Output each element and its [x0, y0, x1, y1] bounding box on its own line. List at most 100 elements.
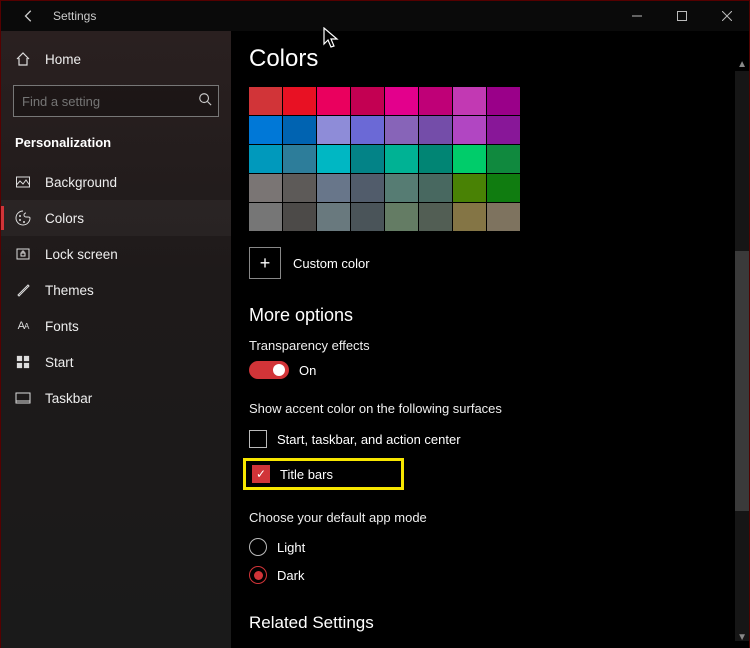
custom-color-button[interactable]: + Custom color	[249, 247, 749, 279]
color-swatch[interactable]	[419, 116, 452, 144]
accent-surfaces-label: Show accent color on the following surfa…	[249, 401, 749, 416]
color-swatch[interactable]	[317, 145, 350, 173]
checkbox-label: Start, taskbar, and action center	[277, 432, 461, 447]
sidebar-item-colors[interactable]: Colors	[1, 200, 231, 236]
sidebar-item-lockscreen[interactable]: Lock screen	[1, 236, 231, 272]
color-swatch[interactable]	[317, 174, 350, 202]
sidebar-item-background[interactable]: Background	[1, 164, 231, 200]
color-swatch[interactable]	[283, 116, 316, 144]
sidebar-item-label: Start	[45, 355, 74, 370]
sidebar-item-fonts[interactable]: AA Fonts	[1, 308, 231, 344]
link-high-contrast[interactable]: High contrast settings	[249, 643, 749, 648]
color-swatch[interactable]	[351, 116, 384, 144]
scroll-up-icon[interactable]: ▲	[737, 59, 747, 70]
color-swatch[interactable]	[249, 203, 282, 231]
sidebar-item-label: Themes	[45, 283, 94, 298]
sidebar-item-label: Fonts	[45, 319, 79, 334]
color-swatch[interactable]	[385, 145, 418, 173]
radio-label: Dark	[277, 568, 304, 583]
scrollbar-thumb[interactable]	[735, 251, 749, 511]
color-swatch[interactable]	[317, 203, 350, 231]
radio-icon	[249, 566, 267, 584]
maximize-button[interactable]	[659, 1, 704, 31]
sidebar-item-label: Background	[45, 175, 117, 190]
minimize-button[interactable]	[614, 1, 659, 31]
color-swatch[interactable]	[385, 116, 418, 144]
radio-label: Light	[277, 540, 305, 555]
color-swatch[interactable]	[249, 116, 282, 144]
color-swatch[interactable]	[419, 174, 452, 202]
brush-icon	[15, 282, 31, 298]
color-swatch[interactable]	[283, 87, 316, 115]
color-swatch[interactable]	[419, 203, 452, 231]
selection-indicator	[1, 206, 4, 230]
color-swatch[interactable]	[487, 203, 520, 231]
checkbox-titlebars[interactable]: Title bars	[252, 465, 333, 483]
color-swatch[interactable]	[419, 87, 452, 115]
color-swatch[interactable]	[351, 203, 384, 231]
main-content: Colors + Custom color More options Trans…	[231, 31, 749, 648]
color-swatch[interactable]	[453, 145, 486, 173]
color-swatch-grid	[249, 87, 749, 231]
color-swatch[interactable]	[249, 174, 282, 202]
search-input[interactable]	[22, 94, 198, 109]
sidebar-item-label: Colors	[45, 211, 84, 226]
sidebar-item-themes[interactable]: Themes	[1, 272, 231, 308]
sidebar-section-heading: Personalization	[1, 131, 231, 162]
font-icon: AA	[15, 318, 31, 334]
sidebar-home[interactable]: Home	[1, 41, 231, 77]
radio-icon	[249, 538, 267, 556]
toggle-state-label: On	[299, 363, 316, 378]
close-button[interactable]	[704, 1, 749, 31]
color-swatch[interactable]	[453, 203, 486, 231]
picture-icon	[15, 174, 31, 190]
search-icon	[198, 92, 212, 111]
radio-dark[interactable]: Dark	[249, 561, 749, 589]
color-swatch[interactable]	[283, 203, 316, 231]
search-box[interactable]	[13, 85, 219, 117]
color-swatch[interactable]	[283, 174, 316, 202]
color-swatch[interactable]	[419, 145, 452, 173]
color-swatch[interactable]	[283, 145, 316, 173]
color-swatch[interactable]	[453, 87, 486, 115]
taskbar-icon	[15, 390, 31, 406]
checkbox-label: Title bars	[280, 467, 333, 482]
color-swatch[interactable]	[385, 87, 418, 115]
app-mode-label: Choose your default app mode	[249, 510, 749, 525]
color-swatch[interactable]	[453, 174, 486, 202]
related-settings-heading: Related Settings	[249, 613, 749, 633]
more-options-heading: More options	[249, 305, 749, 326]
color-swatch[interactable]	[317, 116, 350, 144]
start-icon	[15, 354, 31, 370]
toggle-knob	[273, 364, 285, 376]
color-swatch[interactable]	[487, 87, 520, 115]
titlebar: Settings	[1, 1, 749, 31]
color-swatch[interactable]	[385, 203, 418, 231]
window-title: Settings	[53, 9, 96, 23]
lock-icon	[15, 246, 31, 262]
sidebar-item-label: Lock screen	[45, 247, 118, 262]
sidebar-item-start[interactable]: Start	[1, 344, 231, 380]
color-swatch[interactable]	[249, 145, 282, 173]
color-swatch[interactable]	[249, 87, 282, 115]
color-swatch[interactable]	[487, 145, 520, 173]
color-swatch[interactable]	[351, 87, 384, 115]
custom-color-label: Custom color	[293, 256, 370, 271]
highlight-annotation: Title bars	[243, 458, 404, 490]
scroll-down-icon[interactable]: ▼	[737, 632, 747, 643]
color-swatch[interactable]	[487, 116, 520, 144]
color-swatch[interactable]	[317, 87, 350, 115]
back-button[interactable]	[13, 0, 45, 32]
sidebar-item-taskbar[interactable]: Taskbar	[1, 380, 231, 416]
page-title: Colors	[249, 45, 749, 73]
color-swatch[interactable]	[385, 174, 418, 202]
color-swatch[interactable]	[351, 174, 384, 202]
radio-light[interactable]: Light	[249, 533, 749, 561]
checkbox-icon	[252, 465, 270, 483]
color-swatch[interactable]	[453, 116, 486, 144]
transparency-label: Transparency effects	[249, 338, 749, 353]
transparency-toggle[interactable]: On	[249, 361, 749, 379]
color-swatch[interactable]	[351, 145, 384, 173]
color-swatch[interactable]	[487, 174, 520, 202]
checkbox-start-taskbar[interactable]: Start, taskbar, and action center	[249, 424, 749, 454]
